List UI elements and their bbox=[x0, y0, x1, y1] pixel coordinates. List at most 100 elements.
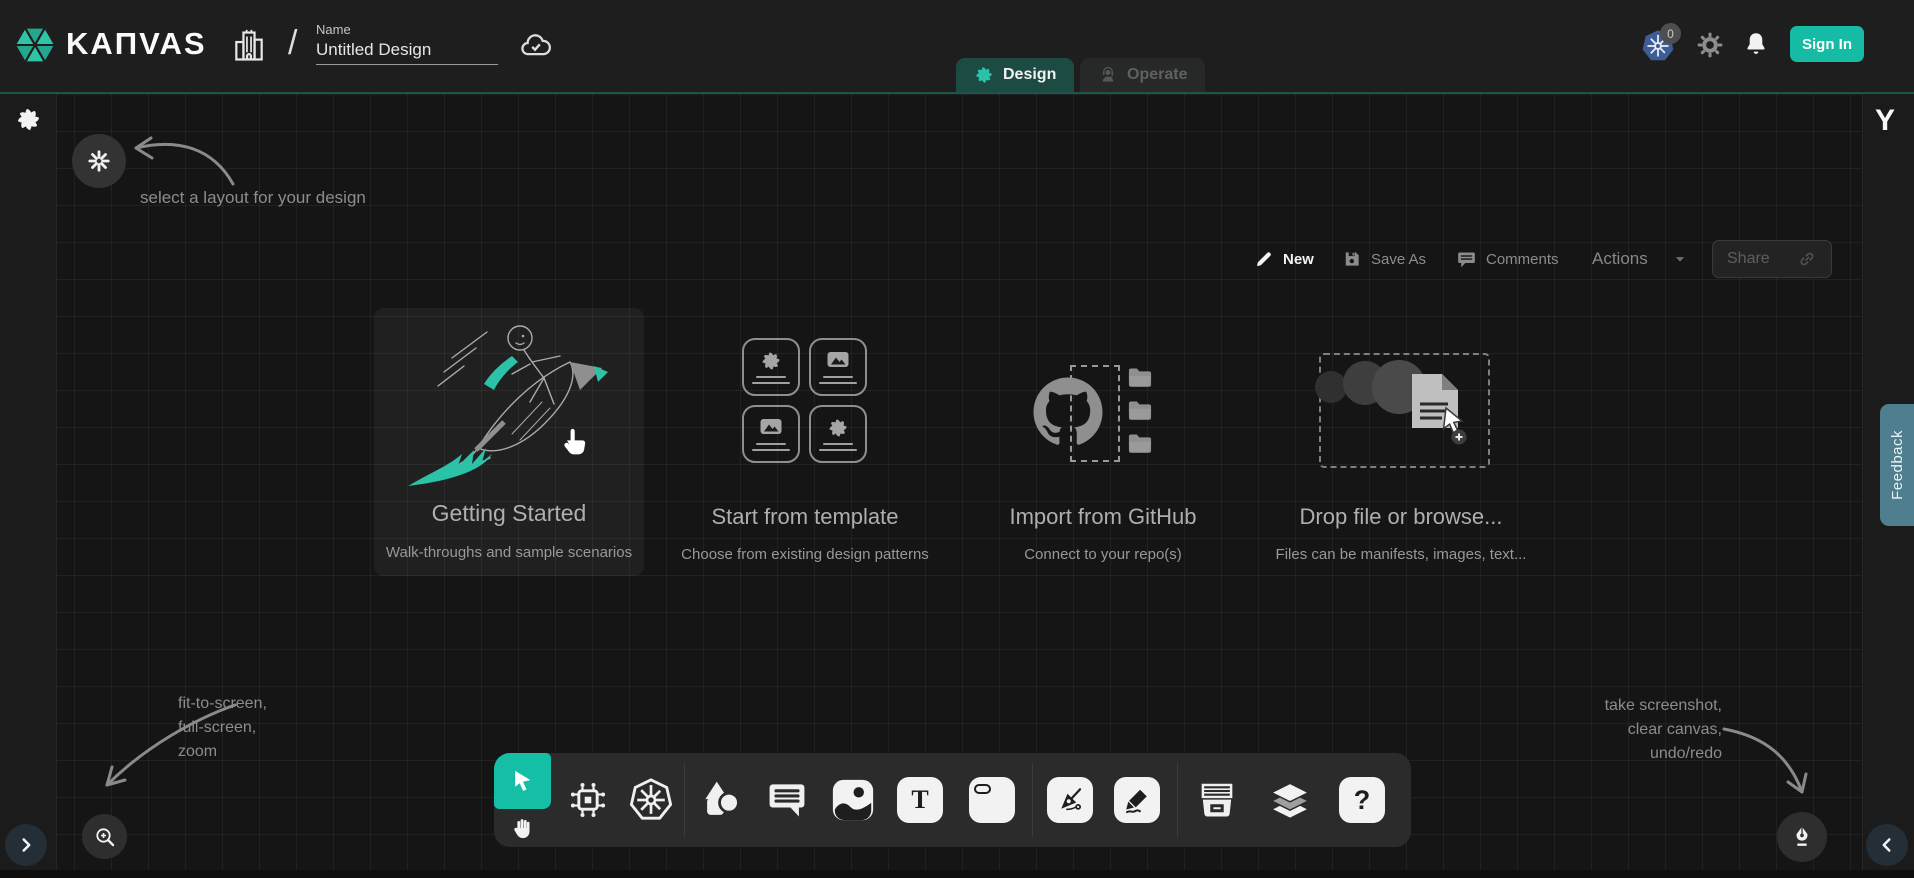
card-drop-file[interactable]: Drop file or browse... Files can be mani… bbox=[1270, 332, 1532, 572]
github-octocat-icon bbox=[1032, 376, 1104, 448]
floppy-disk-icon bbox=[1342, 249, 1362, 269]
tool-component[interactable] bbox=[565, 777, 611, 823]
layout-picker-button[interactable] bbox=[72, 134, 126, 188]
spiral-brand-icon bbox=[15, 106, 42, 133]
card-subtitle: Walk-throughs and sample scenarios bbox=[374, 544, 644, 561]
tile-line bbox=[756, 376, 786, 378]
card-subtitle: Files can be manifests, images, text... bbox=[1270, 546, 1532, 563]
chevron-right-icon bbox=[15, 834, 37, 856]
chevron-down-icon bbox=[1671, 250, 1689, 268]
tool-image[interactable] bbox=[830, 777, 876, 823]
tile-line bbox=[756, 443, 786, 445]
settings-gear-icon[interactable] bbox=[1696, 31, 1724, 59]
template-tile bbox=[809, 405, 867, 463]
text-tool-glyph: T bbox=[911, 785, 928, 815]
design-spiral-icon bbox=[974, 65, 994, 85]
card-getting-started[interactable]: Getting Started Walk-throughs and sample… bbox=[374, 308, 644, 576]
folder-icon bbox=[1124, 397, 1156, 425]
collapse-right-panel-button[interactable] bbox=[1866, 824, 1908, 866]
tool-layers[interactable] bbox=[1267, 777, 1313, 823]
comments-button[interactable]: Comments bbox=[1456, 240, 1559, 278]
save-as-label: Save As bbox=[1371, 251, 1426, 268]
brand-wordmark: KAΠVAS bbox=[66, 26, 207, 62]
tool-kubernetes[interactable] bbox=[628, 777, 674, 823]
screenshot-pen-button[interactable] bbox=[1777, 812, 1827, 862]
tool-pan[interactable] bbox=[494, 809, 551, 847]
card-title: Drop file or browse... bbox=[1270, 504, 1532, 530]
tool-pencil[interactable] bbox=[1114, 777, 1160, 823]
chip-icon bbox=[566, 778, 610, 822]
feedback-tab[interactable]: Feedback bbox=[1880, 404, 1914, 526]
text-tool-tile: T bbox=[897, 777, 943, 823]
kanvas-logo-icon bbox=[12, 22, 58, 68]
kubernetes-helm-icon bbox=[628, 777, 674, 823]
magnifier-plus-icon bbox=[93, 825, 117, 849]
left-rail bbox=[0, 94, 57, 878]
toolbar-divider bbox=[1177, 763, 1178, 837]
tab-design-label: Design bbox=[1003, 66, 1056, 84]
sign-in-button[interactable]: Sign In bbox=[1790, 26, 1864, 62]
name-label: Name bbox=[316, 22, 498, 37]
window-bottom-edge bbox=[0, 870, 1914, 878]
tool-shapes[interactable] bbox=[699, 777, 745, 823]
organization-icon[interactable] bbox=[230, 27, 268, 65]
layout-hint-text: select a layout for your design bbox=[140, 186, 366, 210]
share-link-icon bbox=[1797, 249, 1817, 269]
drawer-archive-icon bbox=[1194, 777, 1240, 823]
help-glyph: ? bbox=[1354, 785, 1371, 816]
tool-comment[interactable] bbox=[764, 777, 810, 823]
tab-operate-label: Operate bbox=[1127, 66, 1187, 84]
yaml-panel-icon[interactable]: Y bbox=[1875, 104, 1895, 138]
tool-help[interactable]: ? bbox=[1339, 777, 1385, 823]
rocket-doodle-illustration bbox=[392, 316, 622, 494]
expand-left-panel-button[interactable] bbox=[5, 824, 47, 866]
cursor-arrow-icon bbox=[509, 768, 536, 795]
drop-dot bbox=[1315, 371, 1347, 403]
notifications-bell-icon[interactable] bbox=[1742, 30, 1770, 58]
pen-tool-tile bbox=[1047, 777, 1093, 823]
tab-operate[interactable]: Operate bbox=[1080, 58, 1205, 92]
asterisk-icon bbox=[86, 148, 112, 174]
layers-stack-icon bbox=[1267, 776, 1313, 824]
hint-line: fit-to-screen, bbox=[178, 692, 267, 716]
tab-design[interactable]: Design bbox=[956, 58, 1074, 92]
image-icon bbox=[826, 350, 850, 372]
hint-line: undo/redo bbox=[1558, 742, 1722, 766]
cloud-sync-status-icon bbox=[518, 30, 554, 64]
tile-line bbox=[823, 376, 853, 378]
operate-headset-icon bbox=[1098, 65, 1118, 85]
tool-text[interactable]: T bbox=[897, 777, 943, 823]
template-tile bbox=[742, 338, 800, 396]
screenshot-hint-text: take screenshot, clear canvas, undo/redo bbox=[1558, 694, 1722, 766]
tool-note[interactable] bbox=[969, 777, 1015, 823]
tool-archive[interactable] bbox=[1194, 777, 1240, 823]
card-import-github[interactable]: Import from GitHub Connect to your repo(… bbox=[972, 332, 1234, 572]
hint-line: full-screen, bbox=[178, 716, 267, 740]
card-start-from-template[interactable]: Start from template Choose from existing… bbox=[676, 332, 934, 572]
new-button[interactable]: New bbox=[1254, 240, 1314, 278]
design-name-input[interactable] bbox=[316, 37, 498, 65]
breadcrumb-separator: / bbox=[288, 24, 297, 63]
pencil-tool-tile bbox=[1114, 777, 1160, 823]
card-title: Start from template bbox=[676, 504, 934, 530]
actions-dropdown[interactable]: Actions bbox=[1592, 240, 1689, 278]
credits-badge: 0 bbox=[1660, 23, 1681, 44]
folder-icon bbox=[1124, 364, 1156, 392]
template-tile bbox=[742, 405, 800, 463]
save-as-button[interactable]: Save As bbox=[1342, 240, 1426, 278]
design-canvas[interactable]: Y Feedback select a layout for your desi… bbox=[0, 92, 1914, 878]
hint-line: take screenshot, bbox=[1558, 694, 1722, 718]
zoom-button[interactable] bbox=[82, 814, 127, 859]
tile-line bbox=[823, 443, 853, 445]
new-label: New bbox=[1283, 251, 1314, 268]
folder-icon bbox=[1124, 430, 1156, 458]
card-title: Getting Started bbox=[374, 500, 644, 527]
share-button[interactable]: Share bbox=[1712, 240, 1832, 278]
tool-select[interactable] bbox=[494, 753, 551, 809]
pen-path-icon bbox=[1055, 785, 1085, 815]
tool-pen[interactable] bbox=[1047, 777, 1093, 823]
spiral-icon bbox=[760, 350, 782, 372]
kanvas-app: KAΠVAS / Name Design Operate 0 Sign In bbox=[0, 0, 1914, 878]
tile-line bbox=[752, 449, 790, 451]
app-header: KAΠVAS / Name Design Operate 0 Sign In bbox=[0, 0, 1914, 92]
